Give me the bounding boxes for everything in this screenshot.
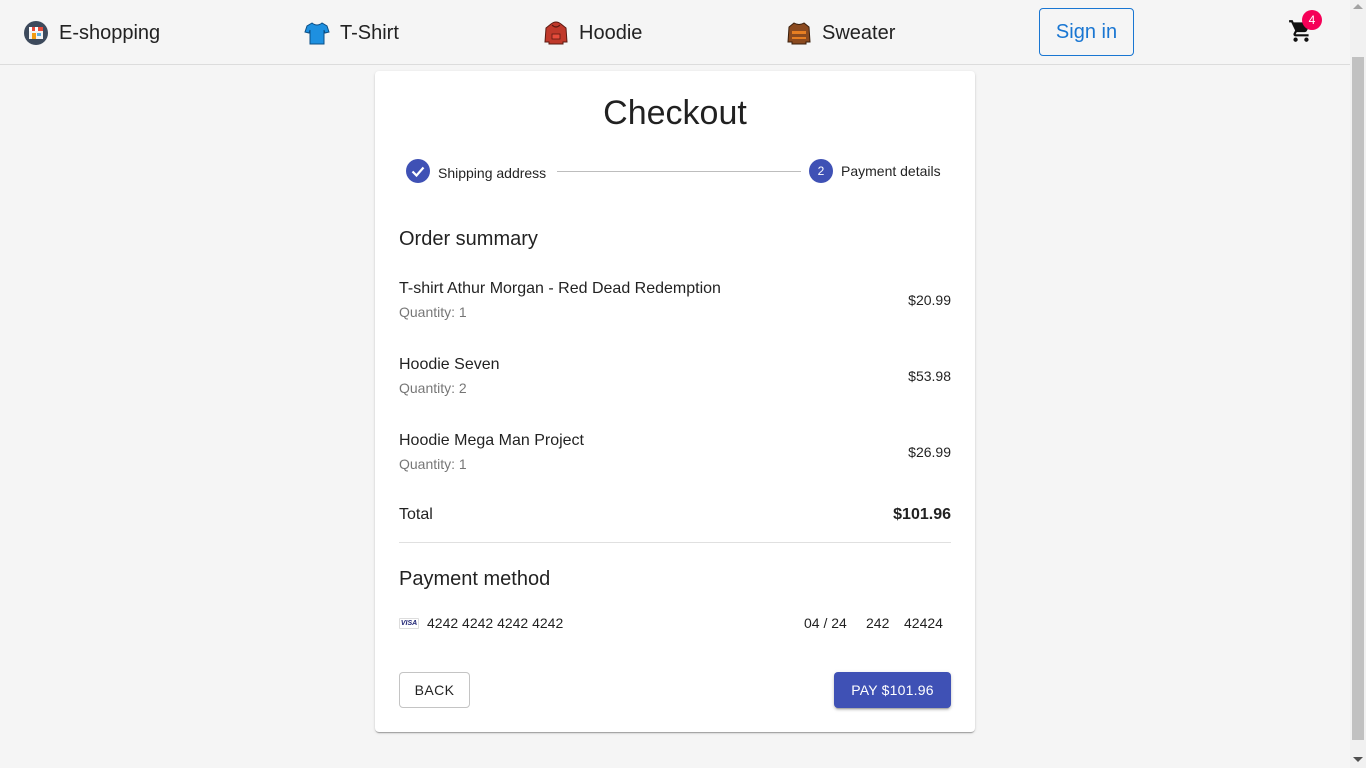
total-label: Total [399, 506, 433, 523]
back-button[interactable]: BACK [399, 672, 470, 708]
step-shipping-address: Shipping address [406, 159, 546, 186]
visa-icon: VISA [399, 618, 419, 629]
item-price: $26.99 [908, 444, 951, 460]
item-quantity: Quantity: 1 [399, 304, 467, 320]
item-name: Hoodie Seven [399, 356, 500, 373]
page-title: Checkout [603, 94, 747, 132]
divider [399, 542, 951, 543]
hoodie-icon [543, 20, 569, 46]
nav-item-tshirt[interactable]: T-Shirt [304, 17, 399, 49]
item-price: $20.99 [908, 292, 951, 308]
card-number-field[interactable]: 4242 4242 4242 4242 [427, 615, 563, 631]
list-item: Hoodie Mega Man Project Quantity: 1 $26.… [399, 432, 951, 478]
brand-link[interactable]: E-shopping [23, 17, 160, 49]
step-connector [557, 171, 801, 172]
card-expiry-field[interactable]: 04 / 24 [804, 615, 847, 631]
checkout-card: Checkout Shipping address 2 Payment deta… [375, 71, 975, 732]
pay-button[interactable]: PAY $101.96 [834, 672, 951, 708]
item-quantity: Quantity: 2 [399, 380, 467, 396]
cart-count-badge: 4 [1302, 10, 1322, 30]
scrollbar-thumb[interactable] [1352, 57, 1364, 740]
nav-item-label: Sweater [822, 21, 896, 44]
total-value: $101.96 [893, 506, 951, 523]
card-zip-field[interactable]: 42424 [904, 615, 943, 631]
nav-item-label: T-Shirt [340, 21, 399, 44]
step-label: Shipping address [438, 164, 547, 181]
brand-label: E-shopping [59, 21, 161, 44]
item-name: Hoodie Mega Man Project [399, 432, 584, 449]
store-icon [23, 20, 49, 46]
card-details: VISA 4242 4242 4242 4242 04 / 24 242 424… [399, 615, 951, 633]
order-summary-title: Order summary [399, 228, 538, 250]
check-circle-icon [406, 159, 430, 186]
item-quantity: Quantity: 1 [399, 456, 467, 472]
app-bar: E-shopping T-Shirt Hoodie Sweater Sign i… [0, 0, 1350, 65]
tshirt-icon [304, 20, 330, 46]
item-price: $53.98 [908, 368, 951, 384]
item-name: T-shirt Athur Morgan - Red Dead Redempti… [399, 280, 721, 297]
step-payment-details: 2 Payment details [809, 159, 941, 183]
nav-item-label: Hoodie [579, 21, 643, 44]
card-cvc-field[interactable]: 242 [866, 615, 889, 631]
step-number: 2 [809, 159, 833, 183]
nav-item-hoodie[interactable]: Hoodie [543, 17, 642, 49]
step-label: Payment details [841, 163, 941, 179]
payment-method-title: Payment method [399, 568, 551, 590]
total-row: Total $101.96 [399, 506, 951, 528]
sign-in-button[interactable]: Sign in [1039, 8, 1134, 56]
scroll-down-icon[interactable] [1353, 757, 1363, 762]
list-item: T-shirt Athur Morgan - Red Dead Redempti… [399, 280, 951, 326]
list-item: Hoodie Seven Quantity: 2 $53.98 [399, 356, 951, 402]
sweater-icon [786, 20, 812, 46]
nav-item-sweater[interactable]: Sweater [786, 17, 895, 49]
scroll-up-icon[interactable] [1353, 4, 1363, 9]
